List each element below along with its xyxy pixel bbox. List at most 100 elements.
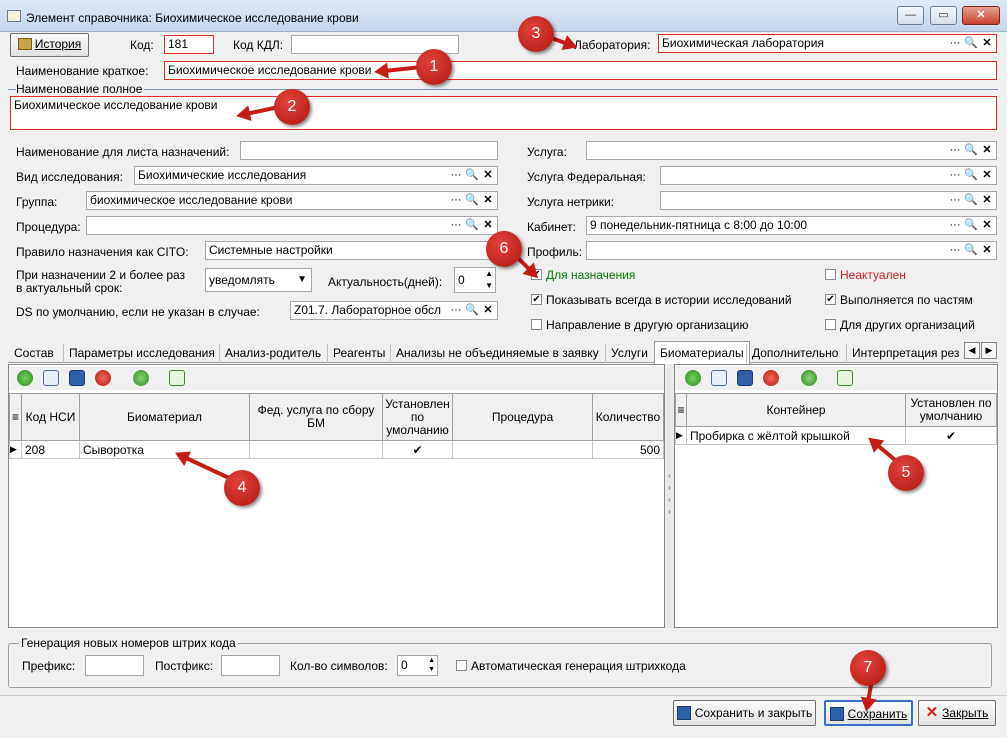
tab-reagents[interactable]: Реагенты — [327, 344, 390, 363]
ds-input[interactable]: Z01.7. Лабораторное обсл ··· 🔍 ✕ — [290, 301, 498, 320]
tab-services[interactable]: Услуги — [605, 344, 653, 363]
service-input[interactable]: ··· 🔍 ✕ — [586, 141, 997, 160]
save-icon[interactable] — [69, 370, 85, 386]
search-icon[interactable]: 🔍 — [964, 143, 978, 158]
profile-input[interactable]: ··· 🔍 ✕ — [586, 241, 997, 260]
nonmetric-input[interactable]: ··· 🔍 ✕ — [660, 191, 997, 210]
minimize-button[interactable]: — — [897, 6, 924, 25]
prefix-input[interactable] — [85, 655, 144, 676]
cell-fed-service[interactable] — [249, 440, 383, 459]
by-parts-checkbox[interactable]: ✔ — [825, 294, 836, 305]
col-header-container[interactable]: Контейнер — [686, 393, 906, 427]
search-icon[interactable]: 🔍 — [964, 243, 978, 258]
close-window-button[interactable]: ✕ — [962, 6, 1000, 25]
tab-parameters[interactable]: Параметры исследования — [63, 344, 220, 363]
search-icon[interactable]: 🔍 — [964, 193, 978, 208]
chevron-down-icon[interactable]: ▼ — [297, 269, 307, 291]
close-button[interactable]: ✕ Закрыть — [918, 700, 996, 726]
count-stepper[interactable]: 0 ▲ ▼ — [397, 655, 438, 676]
col-header-default[interactable]: Установлен по умолчанию — [382, 393, 453, 441]
more-icon[interactable]: ··· — [948, 36, 962, 51]
excel-icon[interactable] — [169, 370, 185, 386]
search-icon[interactable]: 🔍 — [465, 193, 479, 208]
splitter-handle-icon[interactable]: ‹ › ‹ › — [666, 470, 673, 530]
more-icon[interactable]: ··· — [948, 143, 962, 158]
maximize-button[interactable]: ▭ — [930, 6, 957, 25]
more-icon[interactable]: ··· — [948, 218, 962, 233]
tab-biomaterials[interactable]: Биоматериалы — [654, 341, 750, 364]
search-icon[interactable]: 🔍 — [964, 168, 978, 183]
cell-code[interactable]: 208 — [21, 440, 80, 459]
table-row[interactable]: ▶ Пробирка с жёлтой крышкой ✔ — [675, 426, 997, 445]
other-org-direction-checkbox[interactable] — [531, 319, 542, 330]
search-icon[interactable]: 🔍 — [465, 303, 479, 318]
more-icon[interactable]: ··· — [449, 168, 463, 183]
edit-icon[interactable] — [711, 370, 727, 386]
delete-icon[interactable] — [95, 370, 111, 386]
col-header-procedure[interactable]: Процедура — [452, 393, 593, 441]
search-icon[interactable]: 🔍 — [964, 218, 978, 233]
cabinet-input[interactable]: 9 понедельник-пятница с 8:00 до 10:00 ··… — [586, 216, 997, 235]
short-name-input[interactable]: Биохимическое исследование крови — [164, 61, 997, 80]
stepper-down-icon[interactable]: ▼ — [485, 280, 493, 292]
clear-icon[interactable]: ✕ — [481, 218, 495, 233]
col-header-quantity[interactable]: Количество — [592, 393, 664, 441]
more-icon[interactable]: ··· — [948, 243, 962, 258]
edit-icon[interactable] — [43, 370, 59, 386]
search-icon[interactable]: 🔍 — [465, 168, 479, 183]
clear-icon[interactable]: ✕ — [980, 193, 994, 208]
tab-composition[interactable]: Состав — [9, 344, 59, 363]
tab-parent-analysis[interactable]: Анализ-родитель — [219, 344, 326, 363]
clear-icon[interactable]: ✕ — [980, 218, 994, 233]
cell-biomaterial[interactable]: Сыворотка — [79, 440, 250, 459]
kind-input[interactable]: Биохимические исследования ··· 🔍 ✕ — [134, 166, 498, 185]
add-icon[interactable] — [685, 370, 701, 386]
more-icon[interactable]: ··· — [948, 193, 962, 208]
add-icon[interactable] — [17, 370, 33, 386]
table-row[interactable]: ▶ 208 Сыворотка ✔ 500 — [9, 440, 664, 459]
refresh-icon[interactable] — [133, 370, 149, 386]
more-icon[interactable]: ··· — [449, 193, 463, 208]
col-header-biomaterial[interactable]: Биоматериал — [79, 393, 250, 441]
list-name-input[interactable] — [240, 141, 498, 160]
inactive-checkbox[interactable] — [825, 269, 836, 280]
tab-non-combined[interactable]: Анализы не объединяемые в заявку — [390, 344, 604, 363]
stepper-down-icon[interactable]: ▼ — [428, 665, 435, 675]
fed-service-input[interactable]: ··· 🔍 ✕ — [660, 166, 997, 185]
col-header-fed-service[interactable]: Фед. услуга по сбору БМ — [249, 393, 383, 441]
clear-icon[interactable]: ✕ — [481, 193, 495, 208]
more-icon[interactable]: ··· — [449, 218, 463, 233]
more-icon[interactable]: ··· — [948, 168, 962, 183]
cell-procedure[interactable] — [452, 440, 593, 459]
cell-quantity[interactable]: 500 — [592, 440, 664, 459]
history-button[interactable]: История — [10, 33, 89, 57]
auto-barcode-checkbox[interactable] — [456, 660, 467, 671]
clear-icon[interactable]: ✕ — [980, 168, 994, 183]
col-header-code[interactable]: Код НСИ — [21, 393, 80, 441]
search-icon[interactable]: 🔍 — [964, 36, 978, 51]
clear-icon[interactable]: ✕ — [481, 168, 495, 183]
clear-icon[interactable]: ✕ — [980, 143, 994, 158]
clear-icon[interactable]: ✕ — [481, 303, 495, 318]
for-other-orgs-checkbox[interactable] — [825, 319, 836, 330]
refresh-icon[interactable] — [801, 370, 817, 386]
code-input[interactable]: 181 — [164, 35, 214, 54]
lab-input[interactable]: Биохимическая лаборатория ··· 🔍 ✕ — [658, 34, 997, 53]
tab-scroll-left-icon[interactable]: ◀ — [964, 342, 980, 359]
search-icon[interactable]: 🔍 — [465, 218, 479, 233]
postfix-input[interactable] — [221, 655, 280, 676]
clear-icon[interactable]: ✕ — [980, 243, 994, 258]
col-header-default[interactable]: Установлен по умолчанию — [905, 393, 997, 427]
more-icon[interactable]: ··· — [449, 303, 463, 318]
delete-icon[interactable] — [763, 370, 779, 386]
save-and-close-button[interactable]: Сохранить и закрыть — [673, 700, 816, 726]
excel-icon[interactable] — [837, 370, 853, 386]
tab-additional[interactable]: Дополнительно — [746, 344, 843, 363]
cell-default[interactable]: ✔ — [905, 426, 997, 445]
tab-interpretation[interactable]: Интерпретация рез — [846, 344, 962, 363]
group-input[interactable]: биохимическое исследование крови ··· 🔍 ✕ — [86, 191, 498, 210]
show-history-checkbox[interactable]: ✔ — [531, 294, 542, 305]
cell-default[interactable]: ✔ — [382, 440, 453, 459]
stepper-up-icon[interactable]: ▲ — [485, 268, 493, 280]
tab-scroll-right-icon[interactable]: ▶ — [981, 342, 997, 359]
